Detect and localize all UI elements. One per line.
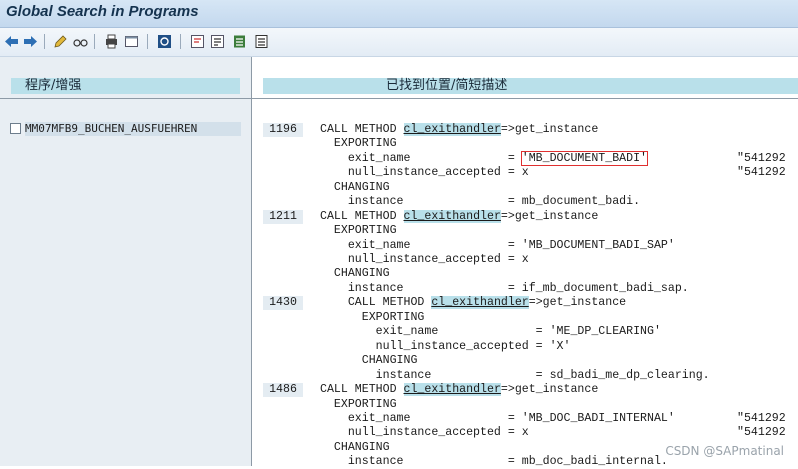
hit-header-line[interactable]: 1211 CALL METHOD cl_exithandler=>get_inst… xyxy=(252,210,798,224)
code-line[interactable]: exit_name = 'MB_DOC_BADI_INTERNAL' "54129… xyxy=(252,412,798,426)
find-next-icon[interactable] xyxy=(210,34,225,49)
code-line[interactable]: null_instance_accepted = x "541292 xyxy=(252,166,798,180)
code-text: exit_name = 'MB_DOC_BADI_INTERNAL' xyxy=(320,412,675,425)
code-line[interactable]: instance = sd_badi_me_dp_clearing. xyxy=(252,369,798,383)
code-text: CALL METHOD cl_exithandler=>get_instance xyxy=(320,383,599,396)
class-link[interactable]: cl_exithandler xyxy=(403,123,501,136)
code-text: instance = mb_doc_badi_internal. xyxy=(320,455,668,468)
code-line[interactable]: CHANGING xyxy=(252,354,798,368)
hit-list-pane: 已找到位置/简短描述 1196 CALL METHOD cl_exithandle… xyxy=(252,57,798,468)
code-text: CHANGING xyxy=(320,354,418,367)
watermark: CSDN @SAPmatinal xyxy=(665,444,784,458)
find-icon[interactable] xyxy=(190,34,205,49)
edit-pencil-icon[interactable] xyxy=(53,34,68,49)
hits-header-label: 已找到位置/简短描述 xyxy=(386,78,508,93)
code-line[interactable]: CHANGING xyxy=(252,181,798,195)
code-comment: "541292 xyxy=(737,426,786,439)
settings-icon[interactable] xyxy=(232,34,247,49)
code-line[interactable]: instance = if_mb_document_badi_sap. xyxy=(252,282,798,296)
code-text: CHANGING xyxy=(320,267,390,280)
code-text: null_instance_accepted = x xyxy=(320,166,529,179)
hits-column-header: 已找到位置/简短描述 xyxy=(263,78,798,94)
code-line[interactable]: null_instance_accepted = x "541292 xyxy=(252,426,798,440)
forward-arrow-icon[interactable] xyxy=(23,34,38,49)
code-text: EXPORTING xyxy=(320,224,397,237)
hit-header-line[interactable]: 1486 CALL METHOD cl_exithandler=>get_inst… xyxy=(252,383,798,397)
code-line[interactable]: exit_name = 'MB_DOCUMENT_BADI' "541292 xyxy=(252,151,798,166)
code-line[interactable]: null_instance_accepted = 'X' xyxy=(252,340,798,354)
code-line[interactable]: null_instance_accepted = x xyxy=(252,253,798,267)
refresh-icon[interactable] xyxy=(157,34,172,49)
list-icon[interactable] xyxy=(254,34,269,49)
code-line[interactable]: EXPORTING xyxy=(252,224,798,238)
code-text: CALL METHOD cl_exithandler=>get_instance xyxy=(320,123,599,136)
code-text: EXPORTING xyxy=(320,137,397,150)
code-text: CALL METHOD cl_exithandler=>get_instance xyxy=(320,210,599,223)
glasses-icon[interactable] xyxy=(73,34,88,49)
program-list-pane: 程序/增强 MM07MFB9_BUCHEN_AUSFUEHREN xyxy=(0,57,252,466)
line-number: 1196 xyxy=(263,123,303,137)
code-comment: "541292 xyxy=(737,412,786,425)
code-text: null_instance_accepted = x xyxy=(320,426,529,439)
class-link[interactable]: cl_exithandler xyxy=(403,210,501,223)
window-title: Global Search in Programs xyxy=(6,3,199,20)
code-text: CHANGING xyxy=(320,181,390,194)
code-line[interactable]: EXPORTING xyxy=(252,137,798,151)
code-text: instance = if_mb_document_badi_sap. xyxy=(320,282,689,295)
code-text: null_instance_accepted = x xyxy=(320,253,529,266)
code-text: null_instance_accepted = 'X' xyxy=(320,340,571,353)
program-header-label: 程序/增强 xyxy=(25,78,82,93)
code-comment: "541292 xyxy=(737,166,786,179)
code-text: exit_name = 'MB_DOCUMENT_BADI' xyxy=(320,151,649,166)
line-number: 1486 xyxy=(263,383,303,397)
code-text: exit_name = 'MB_DOCUMENT_BADI_SAP' xyxy=(320,239,675,252)
hit-header-line[interactable]: 1430 CALL METHOD cl_exithandler=>get_ins… xyxy=(252,296,798,310)
code-line[interactable]: instance = mb_document_badi. xyxy=(252,195,798,209)
code-text: instance = mb_document_badi. xyxy=(320,195,641,208)
program-row[interactable]: MM07MFB9_BUCHEN_AUSFUEHREN xyxy=(10,122,242,136)
program-column-header: 程序/增强 xyxy=(11,78,240,94)
title-bar: Global Search in Programs xyxy=(0,0,798,28)
code-line[interactable]: exit_name = 'ME_DP_CLEARING' xyxy=(252,325,798,339)
code-line[interactable]: EXPORTING xyxy=(252,311,798,325)
back-arrow-icon[interactable] xyxy=(4,34,19,49)
window-icon[interactable] xyxy=(124,34,139,49)
code-text: EXPORTING xyxy=(320,311,425,324)
program-checkbox[interactable] xyxy=(10,123,21,134)
code-text: instance = sd_badi_me_dp_clearing. xyxy=(320,369,710,382)
code-line[interactable]: exit_name = 'MB_DOCUMENT_BADI_SAP' xyxy=(252,239,798,253)
string-literal: 'MB_DOCUMENT_BADI' xyxy=(520,151,649,166)
hit-header-line[interactable]: 1196 CALL METHOD cl_exithandler=>get_inst… xyxy=(252,123,798,137)
code-text: CHANGING xyxy=(320,441,390,454)
application-toolbar xyxy=(0,28,798,57)
line-number: 1211 xyxy=(263,210,303,224)
line-number: 1430 xyxy=(263,296,303,310)
program-name[interactable]: MM07MFB9_BUCHEN_AUSFUEHREN xyxy=(25,122,241,136)
code-comment: "541292 xyxy=(737,152,786,165)
code-text: EXPORTING xyxy=(320,398,397,411)
code-line[interactable]: CHANGING xyxy=(252,267,798,281)
code-text: exit_name = 'ME_DP_CLEARING' xyxy=(320,325,661,338)
print-icon[interactable] xyxy=(104,34,119,49)
class-link[interactable]: cl_exithandler xyxy=(403,383,501,396)
code-text: CALL METHOD cl_exithandler=>get_instance xyxy=(320,296,627,309)
code-line[interactable]: EXPORTING xyxy=(252,398,798,412)
class-link[interactable]: cl_exithandler xyxy=(431,296,529,309)
